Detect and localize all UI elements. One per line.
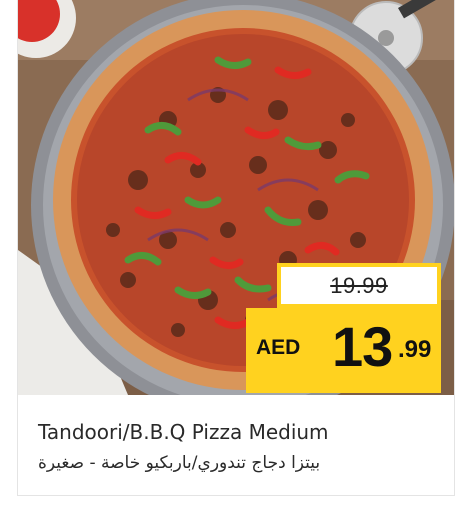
price-badge: AED 13 .99 <box>246 308 441 393</box>
old-price-panel: 19.99 <box>281 267 437 304</box>
product-title-en: Tandoori/B.B.Q Pizza Medium <box>38 420 329 444</box>
product-card[interactable]: 19.99 AED 13 .99 Tandoori/B.B.Q Pizza Me… <box>17 0 455 496</box>
price-integer: 13 <box>332 315 393 378</box>
old-price: 19.99 <box>330 272 388 298</box>
product-title-ar: بيتزا دجاج تندوري/باربكيو خاصة - صغيرة <box>38 453 321 473</box>
old-price-badge: 19.99 <box>277 263 441 308</box>
price-decimal: .99 <box>398 336 432 363</box>
currency-label: AED <box>256 336 301 359</box>
